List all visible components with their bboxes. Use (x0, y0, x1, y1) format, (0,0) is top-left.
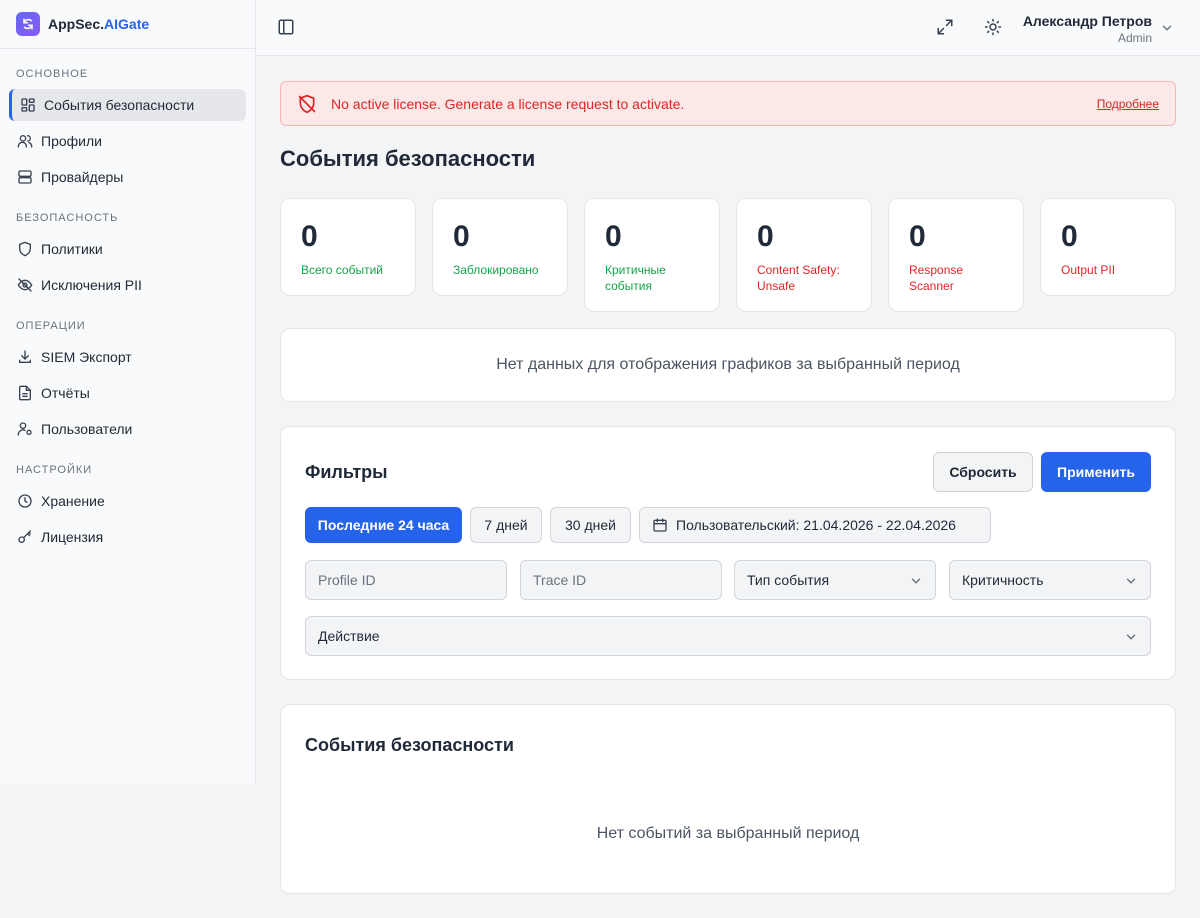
sidebar-item-label: Профили (41, 133, 102, 149)
shield-off-icon (297, 94, 317, 114)
chevron-down-icon (909, 574, 923, 588)
shield-icon (17, 241, 33, 257)
filters-title: Фильтры (305, 462, 388, 482)
stat-label: Всего событий (301, 263, 384, 277)
event-type-select[interactable]: Тип события (734, 560, 936, 600)
nav-section-security: БЕЗОПАСНОСТЬ Политики Исключения PII (0, 211, 255, 301)
stat-value: 0 (453, 220, 470, 253)
calendar-icon (652, 517, 668, 533)
sidebar-item-providers[interactable]: Провайдеры (9, 161, 246, 193)
charts-card: Нет данных для отображения графиков за в… (280, 328, 1176, 402)
fullscreen-icon[interactable] (936, 18, 956, 38)
stat-label: Response Scanner (909, 263, 964, 293)
sidebar-item-users[interactable]: Пользователи (9, 413, 246, 445)
key-icon (17, 529, 33, 545)
sidebar-item-policies[interactable]: Политики (9, 233, 246, 265)
stat-card-response-scanner: 0 Response Scanner (888, 198, 1024, 312)
events-card: События безопасности Нет событий за выбр… (280, 704, 1176, 894)
period-custom-button[interactable]: Пользовательский: 21.04.2026 - 22.04.202… (639, 507, 991, 543)
stat-label: Content Safety: Unsafe (757, 263, 840, 293)
app-logo-icon (16, 12, 40, 36)
user-cog-icon (17, 421, 33, 437)
events-title: События безопасности (305, 735, 514, 755)
sidebar-toggle-icon[interactable] (277, 18, 297, 38)
page-title: События безопасности (280, 146, 536, 171)
stat-card-total-events: 0 Всего событий (280, 198, 416, 296)
period-30d-button[interactable]: 30 дней (550, 507, 631, 543)
nav-section-settings: НАСТРОЙКИ Хранение Лицензия (0, 463, 255, 553)
action-value: Действие (318, 628, 380, 644)
stat-label: Критичные события (605, 263, 666, 293)
stat-card-content-safety: 0 Content Safety: Unsafe (736, 198, 872, 312)
stat-value: 0 (909, 220, 926, 253)
sidebar: AppSec.AIGate ОСНОВНОЕ События безопасно… (0, 0, 256, 784)
charts-empty-message: Нет данных для отображения графиков за в… (496, 356, 960, 373)
event-type-value: Тип события (747, 572, 830, 588)
apply-button[interactable]: Применить (1041, 452, 1151, 492)
top-header: Александр Петров Admin (256, 0, 1200, 56)
filters-card: Фильтры Сбросить Применить Последние 24 … (280, 426, 1176, 680)
alert-message: No active license. Generate a license re… (331, 95, 685, 112)
stat-value: 0 (605, 220, 622, 253)
nav-section-title: ОПЕРАЦИИ (16, 320, 86, 332)
stat-card-blocked: 0 Заблокировано (432, 198, 568, 296)
stat-value: 0 (757, 220, 774, 253)
chevron-down-icon[interactable] (1160, 21, 1174, 35)
chevron-down-icon (1124, 630, 1138, 644)
user-name: Александр Петров (1022, 13, 1152, 29)
user-menu[interactable]: Александр Петров Admin (1023, 13, 1152, 46)
sidebar-item-label: Хранение (41, 493, 105, 509)
clock-icon (17, 493, 33, 509)
severity-value: Критичность (962, 572, 1044, 588)
nav-section-title: БЕЗОПАСНОСТЬ (16, 212, 119, 224)
sidebar-item-siem-export[interactable]: SIEM Экспорт (9, 341, 246, 373)
theme-toggle-icon[interactable] (984, 18, 1004, 38)
sidebar-item-label: События безопасности (44, 97, 195, 113)
alert-details-link[interactable]: Подробнее (1097, 97, 1159, 111)
nav-section-title: НАСТРОЙКИ (16, 464, 93, 476)
nav-section-operations: ОПЕРАЦИИ SIEM Экспорт Отчёты Пользовател… (0, 319, 255, 445)
download-icon (17, 349, 33, 365)
sidebar-item-label: Политики (41, 241, 103, 257)
sidebar-item-storage[interactable]: Хранение (9, 485, 246, 517)
nav-section-title: ОСНОВНОЕ (16, 68, 89, 80)
severity-select[interactable]: Критичность (949, 560, 1151, 600)
sidebar-item-label: Провайдеры (41, 169, 124, 185)
sidebar-item-label: SIEM Экспорт (41, 349, 132, 365)
trace-id-input[interactable] (520, 560, 722, 600)
sidebar-item-license[interactable]: Лицензия (9, 521, 246, 553)
user-role: Admin (1117, 31, 1152, 45)
action-select[interactable]: Действие (305, 616, 1151, 656)
stat-label: Заблокировано (453, 263, 539, 277)
nav-section-main: ОСНОВНОЕ События безопасности Профили Пр… (0, 67, 255, 193)
period-custom-label: Пользовательский: 21.04.2026 - 22.04.202… (676, 517, 956, 533)
server-icon (17, 169, 33, 185)
sidebar-item-label: Лицензия (41, 529, 104, 545)
users-icon (17, 133, 33, 149)
dashboard-icon (20, 97, 36, 113)
period-24h-button[interactable]: Последние 24 часа (305, 507, 462, 543)
stat-card-output-pii: 0 Output PII (1040, 198, 1176, 296)
sidebar-item-profiles[interactable]: Профили (9, 125, 246, 157)
reset-button[interactable]: Сбросить (933, 452, 1033, 492)
stat-card-critical-events: 0 Критичные события (584, 198, 720, 312)
sidebar-item-reports[interactable]: Отчёты (9, 377, 246, 409)
sidebar-item-label: Исключения PII (41, 277, 142, 293)
sidebar-item-security-events[interactable]: События безопасности (9, 89, 246, 121)
sidebar-item-label: Отчёты (41, 385, 90, 401)
license-alert: No active license. Generate a license re… (280, 81, 1176, 126)
events-empty-message: Нет событий за выбранный период (596, 825, 860, 842)
sidebar-item-label: Пользователи (41, 421, 133, 437)
stat-value: 0 (1061, 220, 1078, 253)
period-7d-button[interactable]: 7 дней (470, 507, 542, 543)
app-name: AppSec.AIGate (48, 16, 150, 32)
chevron-down-icon (1124, 574, 1138, 588)
stat-value: 0 (301, 220, 318, 253)
profile-id-input[interactable] (305, 560, 507, 600)
sidebar-item-pii-exclusions[interactable]: Исключения PII (9, 269, 246, 301)
eye-off-icon (17, 277, 33, 293)
brand[interactable]: AppSec.AIGate (0, 0, 255, 49)
stat-label: Output PII (1061, 263, 1116, 277)
file-text-icon (17, 385, 33, 401)
